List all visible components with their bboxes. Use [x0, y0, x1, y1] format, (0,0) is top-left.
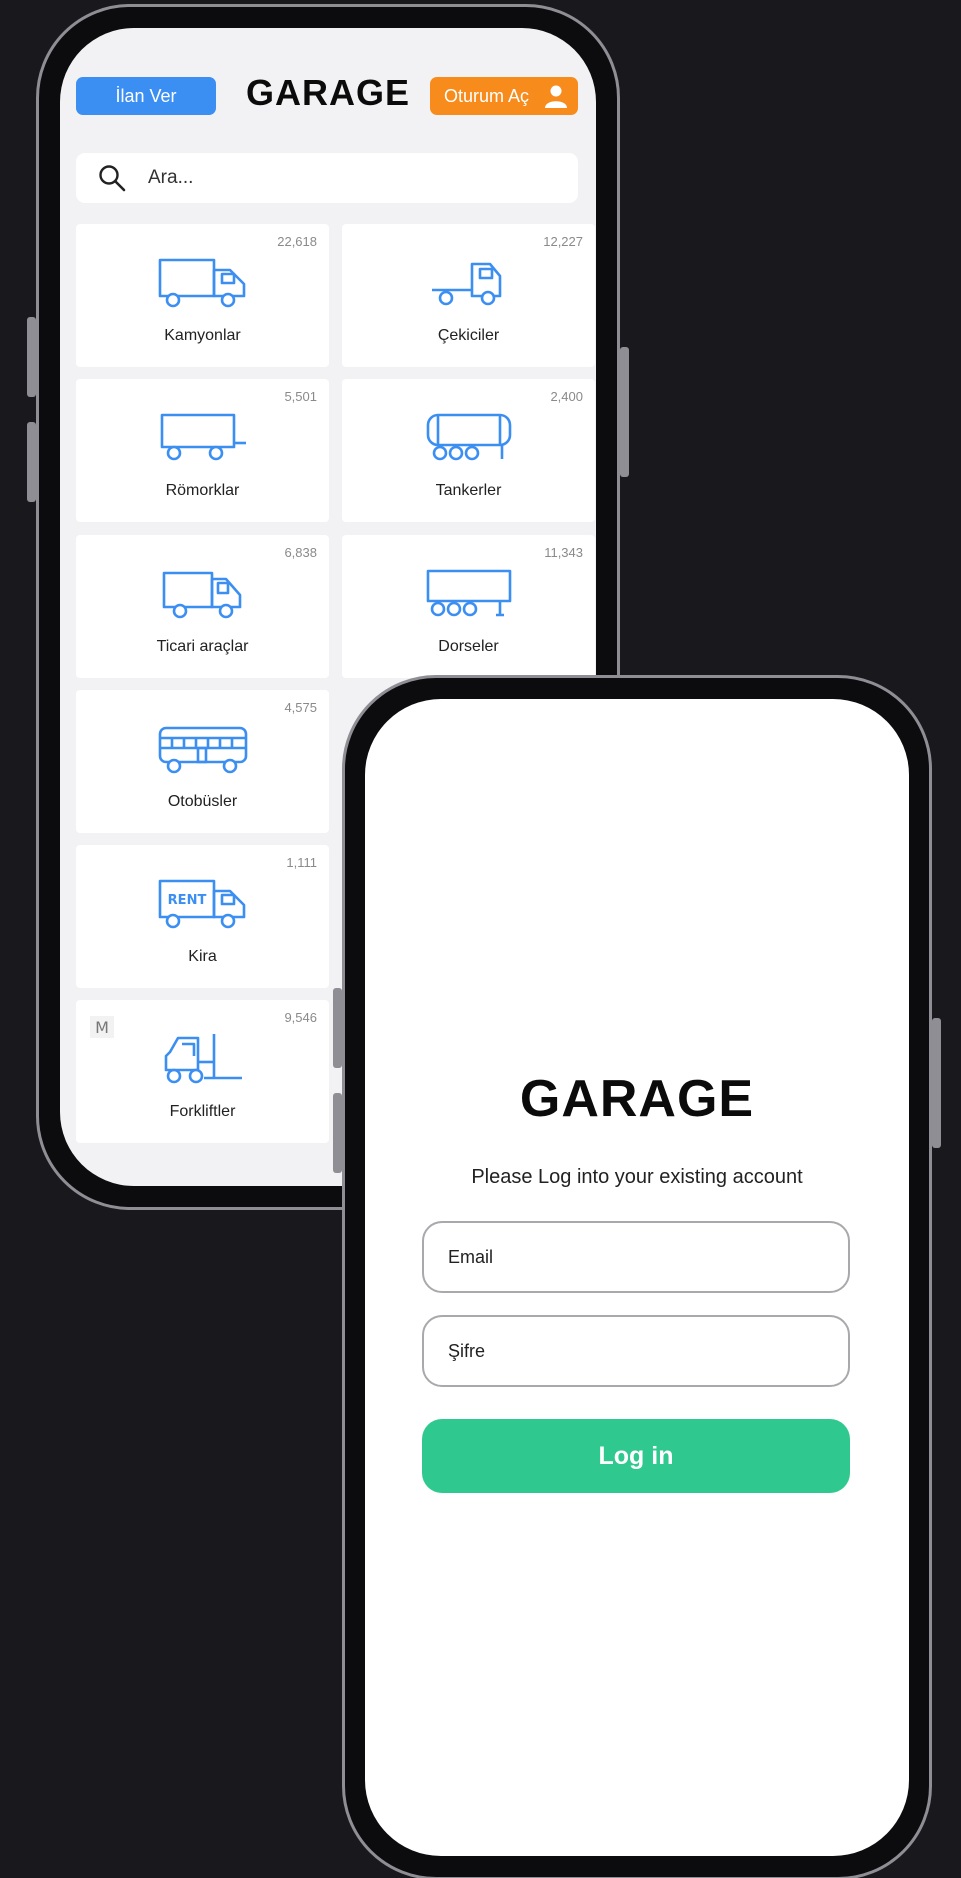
category-label: Ticari araçlar: [156, 638, 249, 655]
forklift-icon: [164, 1034, 242, 1084]
login-button[interactable]: Log in: [422, 1419, 850, 1493]
sign-in-button[interactable]: Oturum Aç: [430, 77, 578, 115]
category-count: 6,838: [284, 545, 317, 560]
category-count: 9,546: [284, 1010, 317, 1025]
brand-m-logo-text: M: [95, 1018, 109, 1037]
brand-m-logo: M: [90, 1016, 114, 1038]
category-count: 11,343: [544, 545, 583, 560]
category-label: Römorklar: [165, 482, 240, 499]
category-tile-forkliftler[interactable]: M 9,546 Forkliftler: [76, 1000, 329, 1143]
power-button: [932, 1018, 941, 1148]
password-placeholder: Şifre: [448, 1341, 486, 1361]
category-tile-kamyonlar[interactable]: 22,618 Kamyonlar: [76, 224, 329, 367]
trailer-icon: [160, 413, 246, 461]
category-count: 12,227: [543, 234, 583, 249]
showcase-stage: İlan Ver GARAGE Oturum Aç Ara... 22,618 …: [0, 0, 961, 1878]
category-count: 1,111: [286, 855, 317, 870]
category-count: 4,575: [284, 700, 317, 715]
category-label: Çekiciler: [437, 327, 500, 344]
power-button: [620, 347, 629, 477]
search-placeholder: Ara...: [148, 167, 194, 188]
login-subtitle: Please Log into your existing account: [471, 1166, 803, 1188]
category-tile-tankerler[interactable]: 2,400 Tankerler: [342, 379, 595, 522]
category-tile-romorklar[interactable]: 5,501 Römorklar: [76, 379, 329, 522]
user-icon: [545, 85, 567, 108]
truck-icon: [158, 258, 245, 308]
category-count: 5,501: [284, 389, 317, 404]
rent-badge-text: RENT: [167, 893, 206, 908]
browse-header: İlan Ver GARAGE Oturum Aç: [60, 28, 596, 138]
volume-down-button: [333, 1093, 342, 1173]
volume-up-button: [333, 988, 342, 1068]
category-tile-cekiciler[interactable]: 12,227 Çekiciler: [342, 224, 595, 367]
category-label: Tankerler: [435, 482, 502, 499]
category-label: Forkliftler: [169, 1103, 236, 1120]
search-input[interactable]: Ara...: [76, 153, 578, 203]
category-count: 22,618: [277, 234, 317, 249]
phone-login: GARAGE Please Log into your existing acc…: [333, 675, 941, 1878]
tanker-icon: [426, 413, 511, 461]
category-label: Otobüsler: [167, 793, 238, 810]
volume-up-button: [27, 317, 36, 397]
email-placeholder: Email: [448, 1247, 494, 1267]
category-tile-kira[interactable]: 1,111 RENT Kira: [76, 845, 329, 988]
sign-in-label: Oturum Aç: [444, 86, 530, 106]
password-field[interactable]: Şifre: [422, 1315, 850, 1387]
category-label: Dorseler: [438, 638, 499, 655]
category-tile-ticari-araclar[interactable]: 6,838 Ticari araçlar: [76, 535, 329, 678]
email-field[interactable]: Email: [422, 1221, 850, 1293]
search-icon: [99, 165, 126, 192]
login-screen: GARAGE Please Log into your existing acc…: [365, 699, 909, 1856]
category-label: Kamyonlar: [164, 327, 241, 344]
category-count: 2,400: [550, 389, 583, 404]
category-label: Kira: [188, 948, 217, 965]
rent-truck-icon: RENT: [158, 879, 245, 929]
brand-logo: GARAGE: [519, 1070, 755, 1128]
category-tile-otobusler[interactable]: 4,575 Otobüsler: [76, 690, 329, 833]
van-icon: [162, 571, 241, 619]
semi-trailer-icon: [426, 569, 511, 617]
bus-icon: [158, 726, 247, 774]
volume-down-button: [27, 422, 36, 502]
category-tile-dorseler[interactable]: 11,343 Dorseler: [342, 535, 595, 678]
tractor-head-icon: [431, 262, 501, 306]
